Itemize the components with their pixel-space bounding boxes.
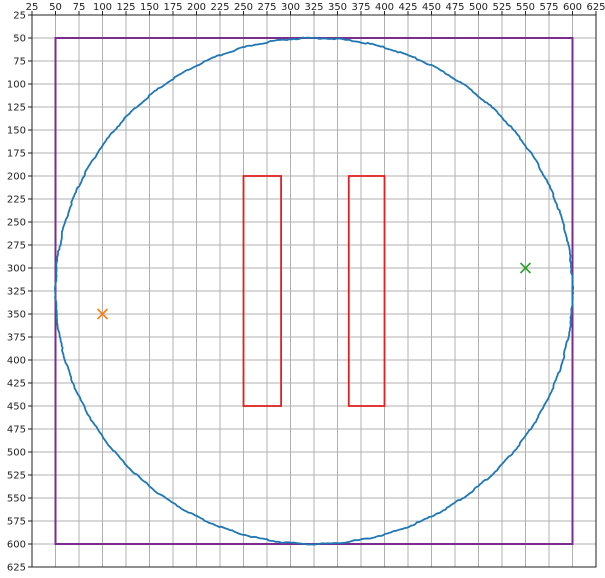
y-tick-label: 325 bbox=[7, 287, 26, 298]
x-tick-label: 550 bbox=[516, 2, 535, 13]
y-tick-label: 575 bbox=[7, 517, 26, 528]
y-tick-label: 275 bbox=[7, 241, 26, 252]
x-tick-label: 450 bbox=[422, 2, 441, 13]
x-tick-label: 350 bbox=[328, 2, 347, 13]
x-tick-label: 175 bbox=[163, 2, 182, 13]
y-axis-ticks: 25 50 75 100 125 150 175 200 225 250 275 300 325 350 3… bbox=[7, 11, 32, 574]
y-tick-label: 600 bbox=[7, 540, 26, 551]
y-tick-label: 450 bbox=[7, 402, 26, 413]
x-tick-label: 400 bbox=[375, 2, 394, 13]
x-tick-label: 300 bbox=[281, 2, 300, 13]
y-tick-label: 200 bbox=[7, 172, 26, 183]
y-tick-label: 425 bbox=[7, 379, 26, 390]
y-tick-label: 100 bbox=[7, 80, 26, 91]
y-tick-label: 400 bbox=[7, 356, 26, 367]
x-tick-label: 600 bbox=[563, 2, 582, 13]
y-tick-label: 250 bbox=[7, 218, 26, 229]
x-tick-label: 250 bbox=[234, 2, 253, 13]
y-tick-label: 25 bbox=[13, 11, 26, 22]
chart-plot: 25 50 75 100 125 150 175 200 225 250 275 300 325 350 3… bbox=[7, 2, 605, 574]
y-tick-label: 475 bbox=[7, 425, 26, 436]
x-axis-ticks: 25 50 75 100 125 150 175 200 225 250 275 300 325 350 3… bbox=[26, 2, 605, 15]
x-tick-label: 25 bbox=[26, 2, 39, 13]
x-tick-label: 125 bbox=[116, 2, 135, 13]
grid-lines bbox=[31, 14, 597, 568]
x-tick-label: 50 bbox=[49, 2, 62, 13]
y-tick-label: 550 bbox=[7, 494, 26, 505]
y-tick-label: 50 bbox=[13, 34, 26, 45]
x-tick-label: 575 bbox=[539, 2, 558, 13]
x-tick-label: 325 bbox=[304, 2, 323, 13]
x-tick-label: 100 bbox=[93, 2, 112, 13]
y-tick-label: 150 bbox=[7, 126, 26, 137]
x-tick-label: 525 bbox=[492, 2, 511, 13]
x-tick-label: 150 bbox=[140, 2, 159, 13]
y-tick-label: 500 bbox=[7, 448, 26, 459]
y-tick-label: 175 bbox=[7, 149, 26, 160]
x-tick-label: 200 bbox=[187, 2, 206, 13]
y-tick-label: 75 bbox=[13, 57, 26, 68]
y-tick-label: 125 bbox=[7, 103, 26, 114]
x-tick-label: 375 bbox=[351, 2, 370, 13]
x-tick-label: 625 bbox=[586, 2, 605, 13]
x-tick-label: 500 bbox=[469, 2, 488, 13]
x-tick-label: 225 bbox=[210, 2, 229, 13]
y-tick-label: 525 bbox=[7, 471, 26, 482]
x-tick-label: 475 bbox=[445, 2, 464, 13]
y-tick-label: 625 bbox=[7, 563, 26, 574]
y-tick-label: 300 bbox=[7, 264, 26, 275]
x-tick-label: 425 bbox=[398, 2, 417, 13]
x-tick-label: 275 bbox=[257, 2, 276, 13]
y-tick-label: 225 bbox=[7, 195, 26, 206]
y-tick-label: 350 bbox=[7, 310, 26, 321]
y-tick-label: 375 bbox=[7, 333, 26, 344]
x-tick-label: 75 bbox=[73, 2, 86, 13]
